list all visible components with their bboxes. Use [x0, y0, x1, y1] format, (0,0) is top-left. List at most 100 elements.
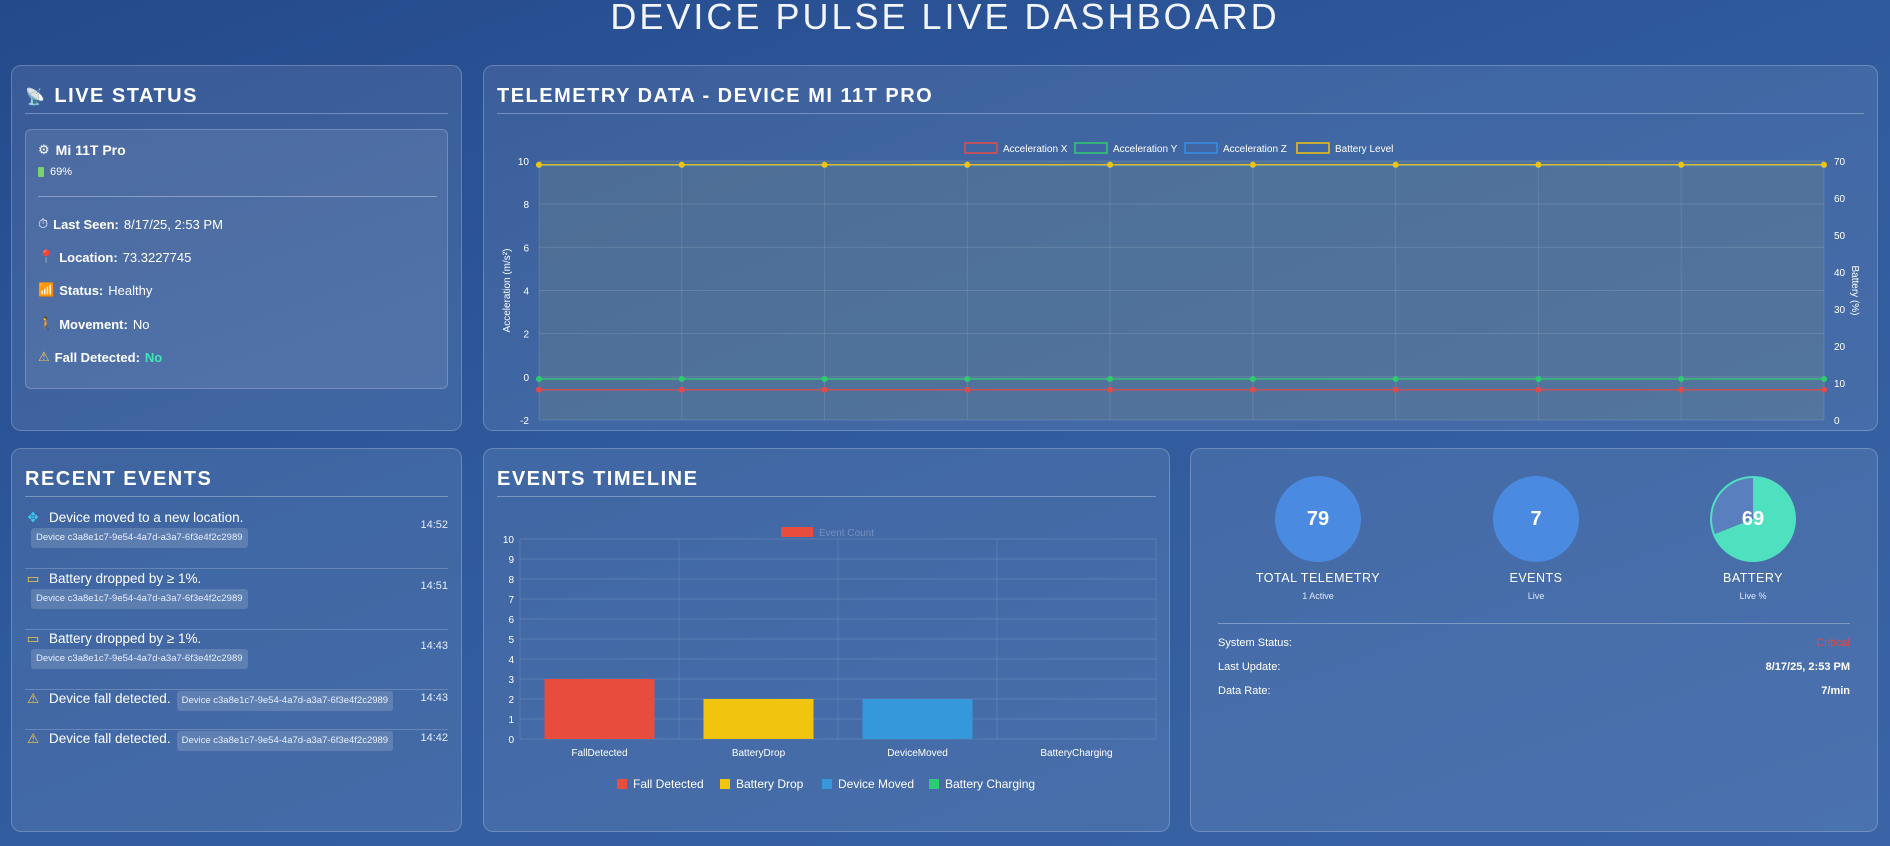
event-text: Device fall detected. [49, 731, 171, 746]
bar-falldetected[interactable] [544, 679, 655, 739]
events-value: 7 [1530, 507, 1542, 530]
data-point[interactable] [536, 161, 542, 168]
y2-tick-label: 50 [1834, 231, 1846, 242]
legend-swatch[interactable] [964, 142, 998, 154]
legend-label[interactable]: Acceleration Z [1223, 144, 1287, 155]
event-text: Device fall detected. [49, 691, 171, 706]
legend-label[interactable]: Device Moved [838, 777, 914, 791]
data-rate-row: Data Rate: 7/min [1218, 685, 1850, 697]
y-tick-label: 10 [518, 157, 530, 168]
total-telemetry-value: 79 [1306, 507, 1330, 530]
total-telemetry-circle: 79 [1275, 476, 1361, 562]
data-point[interactable] [1678, 161, 1685, 168]
data-point[interactable] [1535, 386, 1542, 393]
y2-axis-label: Battery (%) [1849, 265, 1860, 315]
data-point[interactable] [1392, 386, 1399, 393]
data-point[interactable] [1678, 375, 1685, 382]
events-sub: Live [1527, 591, 1545, 601]
data-point[interactable] [536, 375, 542, 382]
legend-label[interactable]: Acceleration X [1003, 144, 1068, 155]
telemetry-title: TELEMETRY DATA - DEVICE MI 11T PRO [497, 85, 934, 107]
bar-batterydrop[interactable] [703, 699, 814, 739]
legend-swatch[interactable] [720, 779, 730, 789]
data-point[interactable] [1249, 375, 1256, 382]
data-point[interactable] [1535, 375, 1542, 382]
data-point[interactable] [821, 386, 828, 393]
data-point[interactable] [1392, 375, 1399, 382]
data-point[interactable] [1107, 375, 1114, 382]
data-point[interactable] [964, 375, 971, 382]
legend-swatch[interactable] [1296, 142, 1330, 154]
data-point[interactable] [1821, 386, 1827, 393]
data-point[interactable] [1821, 161, 1827, 168]
device-id-chip: Device c3a8e1c7-9e54-4a7d-a3a7-6f3e4f2c2… [31, 649, 248, 669]
y2-tick-label: 10 [1834, 379, 1846, 390]
data-point[interactable] [1249, 161, 1256, 168]
pin-icon: 📍 [38, 249, 55, 264]
legend-label[interactable]: Battery Level [1335, 144, 1393, 155]
location-label: Location: [59, 249, 118, 265]
y2-tick-label: 70 [1834, 157, 1846, 168]
y-tick-label: 3 [508, 675, 514, 686]
legend-swatch[interactable] [1074, 142, 1108, 154]
telemetry-line-chart[interactable]: 1086420-270605040302010014:52:2214:52:52… [484, 126, 1879, 426]
legend-swatch[interactable] [617, 779, 627, 789]
device-battery: 69% [50, 166, 73, 178]
legend-swatch[interactable] [781, 527, 813, 537]
data-point[interactable] [1678, 386, 1685, 393]
event-item[interactable]: ⚠ Device fall detected. Device c3a8e1c7-9e… [25, 690, 448, 730]
data-point[interactable] [678, 375, 685, 382]
legend-label[interactable]: Battery Charging [945, 777, 1035, 791]
data-point[interactable] [678, 161, 685, 168]
y2-tick-label: 0 [1834, 416, 1840, 426]
legend-label[interactable]: Event Count [819, 528, 874, 539]
data-point[interactable] [821, 161, 828, 168]
legend-swatch[interactable] [929, 779, 939, 789]
data-point[interactable] [536, 386, 542, 393]
x-tick-label: BatteryDrop [732, 748, 786, 759]
legend-swatch[interactable] [822, 779, 832, 789]
data-point[interactable] [1107, 161, 1114, 168]
data-point[interactable] [678, 386, 685, 393]
legend-swatch[interactable] [1184, 142, 1218, 154]
legend-label[interactable]: Acceleration Y [1113, 144, 1178, 155]
last-seen-row: ⏱ Last Seen: 8/17/25, 2:53 PM [38, 216, 223, 232]
fall-value: No [144, 349, 163, 365]
data-point[interactable] [1821, 375, 1827, 382]
data-point[interactable] [1535, 161, 1542, 168]
device-status-card[interactable]: ⚙ Mi 11T Pro 69% ⏱ Last Seen: 8/17/25, 2… [25, 129, 448, 389]
event-item[interactable]: ✥ Device moved to a new location. Device c… [25, 509, 448, 569]
events-bar-chart[interactable]: 109876543210FallDetected BatteryDrop Devic… [484, 511, 1171, 831]
y-tick-label: 2 [523, 330, 529, 341]
y-tick-label: 8 [523, 200, 529, 211]
y2-tick-label: 60 [1834, 194, 1846, 205]
data-point[interactable] [964, 161, 971, 168]
y2-tick-label: 40 [1834, 268, 1846, 279]
legend-label[interactable]: Battery Drop [736, 777, 804, 791]
data-point[interactable] [821, 375, 828, 382]
y-tick-label: 6 [508, 615, 514, 626]
event-item[interactable]: ▭ Battery dropped by ≥ 1%. Device c3a8e1c7… [25, 570, 448, 630]
movement-label: Movement: [59, 316, 128, 332]
data-point[interactable] [1249, 386, 1256, 393]
events-label: EVENTS [1509, 571, 1563, 585]
fall-row: ⚠ Fall Detected: No [38, 349, 162, 365]
status-row: 📶 Status: Healthy [38, 282, 152, 298]
event-text: Battery dropped by ≥ 1%. [49, 631, 202, 646]
data-point[interactable] [1107, 386, 1114, 393]
event-time: 14:43 [420, 640, 448, 652]
device-id-chip: Device c3a8e1c7-9e54-4a7d-a3a7-6f3e4f2c2… [176, 691, 394, 711]
event-item[interactable]: ▭ Battery dropped by ≥ 1%. Device c3a8e1c7… [25, 630, 448, 690]
data-point[interactable] [964, 386, 971, 393]
legend-label[interactable]: Fall Detected [633, 777, 704, 791]
y-tick-label: 4 [523, 287, 529, 298]
data-point[interactable] [1392, 161, 1399, 168]
x-tick-label: BatteryCharging [1040, 748, 1112, 759]
bar-devicemoved[interactable] [862, 699, 973, 739]
events-timeline-panel: EVENTS TIMELINE 10 9 8 7 6 5 4 3 2 1 0 FallDetected… [483, 448, 1170, 832]
summary-panel: 79 TOTAL TELEMETRY 1 Active 7 EVENTS Liv… [1190, 448, 1878, 832]
battery-icon: ▭ [26, 571, 40, 586]
event-item[interactable]: ⚠ Device fall detected. Device c3a8e1c7-9e… [25, 730, 448, 770]
y-tick-label: 2 [508, 695, 514, 706]
data-rate-value: 7/min [1821, 685, 1850, 697]
